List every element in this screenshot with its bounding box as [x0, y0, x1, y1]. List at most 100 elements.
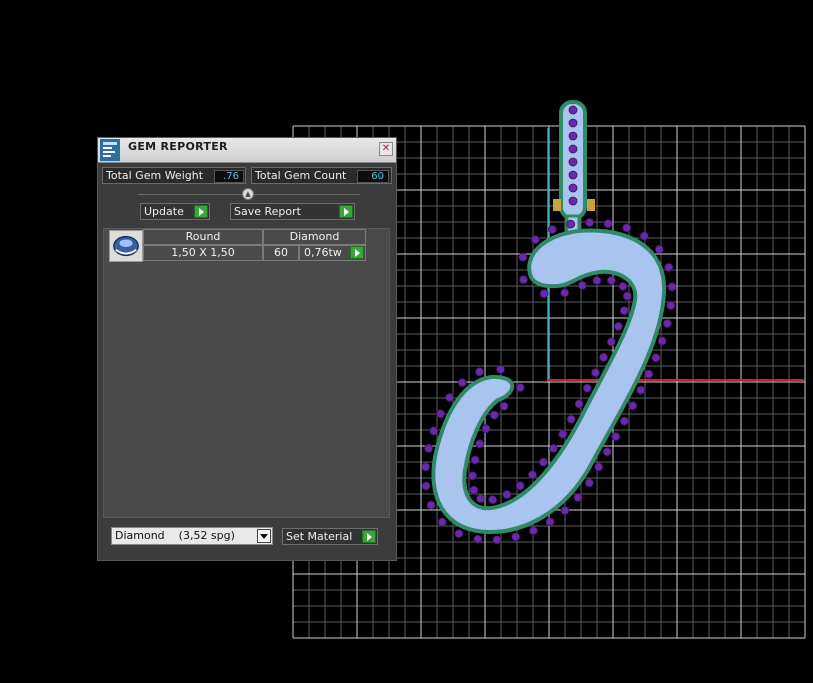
chevron-down-icon[interactable] — [257, 529, 271, 543]
gem-stone — [429, 426, 439, 436]
gem-stone — [664, 262, 674, 272]
gem-stone — [585, 218, 594, 227]
gem-stone — [651, 353, 661, 363]
gem-stone — [481, 424, 491, 434]
gem-weight-value: 0,76tw — [304, 246, 342, 259]
gem-stone — [530, 235, 540, 245]
update-button[interactable]: Update — [140, 203, 210, 220]
gem-stone — [606, 276, 616, 285]
material-select[interactable]: Diamond (3,52 spg) — [111, 527, 273, 545]
gem-stone — [606, 337, 616, 347]
gem-stone — [568, 196, 578, 206]
gem-reporter-titlebar[interactable]: GEM REPORTER ✕ — [98, 138, 396, 163]
gem-stone — [639, 231, 649, 241]
gem-stone — [568, 105, 578, 115]
gem-stone — [469, 485, 479, 495]
total-gem-count-value: 60 — [357, 170, 389, 183]
gem-stone — [568, 131, 578, 141]
gem-reporter-app-icon — [100, 139, 120, 161]
gem-stone — [560, 506, 570, 515]
set-material-button-label: Set Material — [286, 530, 353, 543]
gem-stone — [622, 223, 632, 233]
gem-stone — [603, 219, 613, 229]
set-material-button[interactable]: Set Material — [282, 528, 378, 545]
gem-stone — [496, 364, 505, 374]
gem-shape-header: Round — [143, 229, 263, 245]
save-report-button[interactable]: Save Report — [230, 203, 355, 220]
gem-stone — [515, 481, 525, 491]
gem-stone — [549, 443, 558, 453]
gem-stone — [636, 385, 646, 395]
total-gem-count-label: Total Gem Count — [255, 169, 347, 182]
gem-stone — [489, 410, 499, 420]
gem-stone — [628, 401, 638, 411]
gem-stone — [424, 443, 434, 453]
play-arrow-icon — [194, 205, 208, 218]
gem-stone — [644, 369, 654, 379]
gem-stone — [470, 455, 480, 465]
update-button-label: Update — [144, 205, 184, 218]
gem-stone — [618, 281, 628, 291]
gem-row[interactable]: Round Diamond 1,50 X 1,50 60 0,76tw — [104, 229, 374, 263]
save-report-button-label: Save Report — [234, 205, 301, 218]
gem-stone — [476, 494, 485, 504]
gem-reporter-panel: GEM REPORTER ✕ Total Gem Weight .76 Tota… — [97, 137, 397, 561]
gem-stone — [492, 535, 502, 545]
total-gem-weight-value: .76 — [214, 170, 244, 183]
play-arrow-icon[interactable] — [350, 246, 364, 259]
gem-stone — [594, 462, 604, 472]
gem-stone — [663, 319, 672, 328]
gem-stone — [539, 289, 549, 299]
gem-stone — [654, 244, 664, 254]
gem-stone — [666, 301, 676, 310]
gem-stone — [445, 392, 455, 402]
play-arrow-icon — [339, 205, 353, 218]
gem-stone — [488, 495, 498, 505]
gem-stone — [619, 416, 629, 426]
gem-stone — [614, 321, 623, 331]
gem-stone — [545, 517, 555, 527]
total-gem-weight-label: Total Gem Weight — [106, 169, 204, 182]
total-gem-count-box: Total Gem Count 60 — [251, 167, 392, 184]
gem-stone — [426, 500, 436, 510]
gem-stone — [568, 170, 578, 180]
collapse-arrow-icon[interactable]: ▲ — [242, 188, 254, 200]
gem-stone — [515, 383, 525, 393]
gem-stone — [499, 401, 509, 411]
gem-stone — [454, 529, 464, 539]
gem-stone — [599, 352, 608, 362]
gem-stone — [667, 282, 677, 292]
gem-stone — [568, 144, 578, 154]
gem-stone — [592, 276, 602, 285]
gem-stone — [518, 252, 528, 262]
gem-reporter-title: GEM REPORTER — [128, 140, 228, 153]
gem-stone — [568, 118, 578, 128]
gem-stone — [473, 534, 483, 544]
gem-stone — [457, 378, 467, 388]
gem-size-cell: 1,50 X 1,50 — [143, 245, 263, 261]
gem-stone — [548, 225, 557, 234]
gem-stone — [421, 481, 431, 491]
gem-stone — [528, 470, 537, 480]
gem-stone — [519, 275, 528, 285]
gem-stone — [511, 532, 521, 542]
gem-stone — [622, 291, 632, 301]
gem-stone — [566, 414, 576, 424]
gem-stone — [560, 288, 570, 298]
gem-stone — [502, 490, 512, 500]
gem-weight-cell: 0,76tw — [299, 245, 366, 261]
gem-stone — [475, 439, 485, 449]
gem-stone — [558, 429, 568, 439]
round-gem-icon — [109, 230, 143, 262]
gem-stone — [574, 399, 584, 409]
close-icon[interactable]: ✕ — [379, 142, 393, 156]
gem-stone — [539, 457, 548, 467]
gem-stone — [584, 478, 594, 488]
gem-stone — [591, 368, 600, 378]
gem-stone — [611, 432, 621, 441]
gem-stone — [573, 492, 583, 502]
gem-stone — [619, 306, 629, 316]
play-arrow-icon — [362, 530, 376, 543]
total-gem-weight-box: Total Gem Weight .76 — [102, 167, 246, 184]
gem-stone — [475, 367, 484, 377]
